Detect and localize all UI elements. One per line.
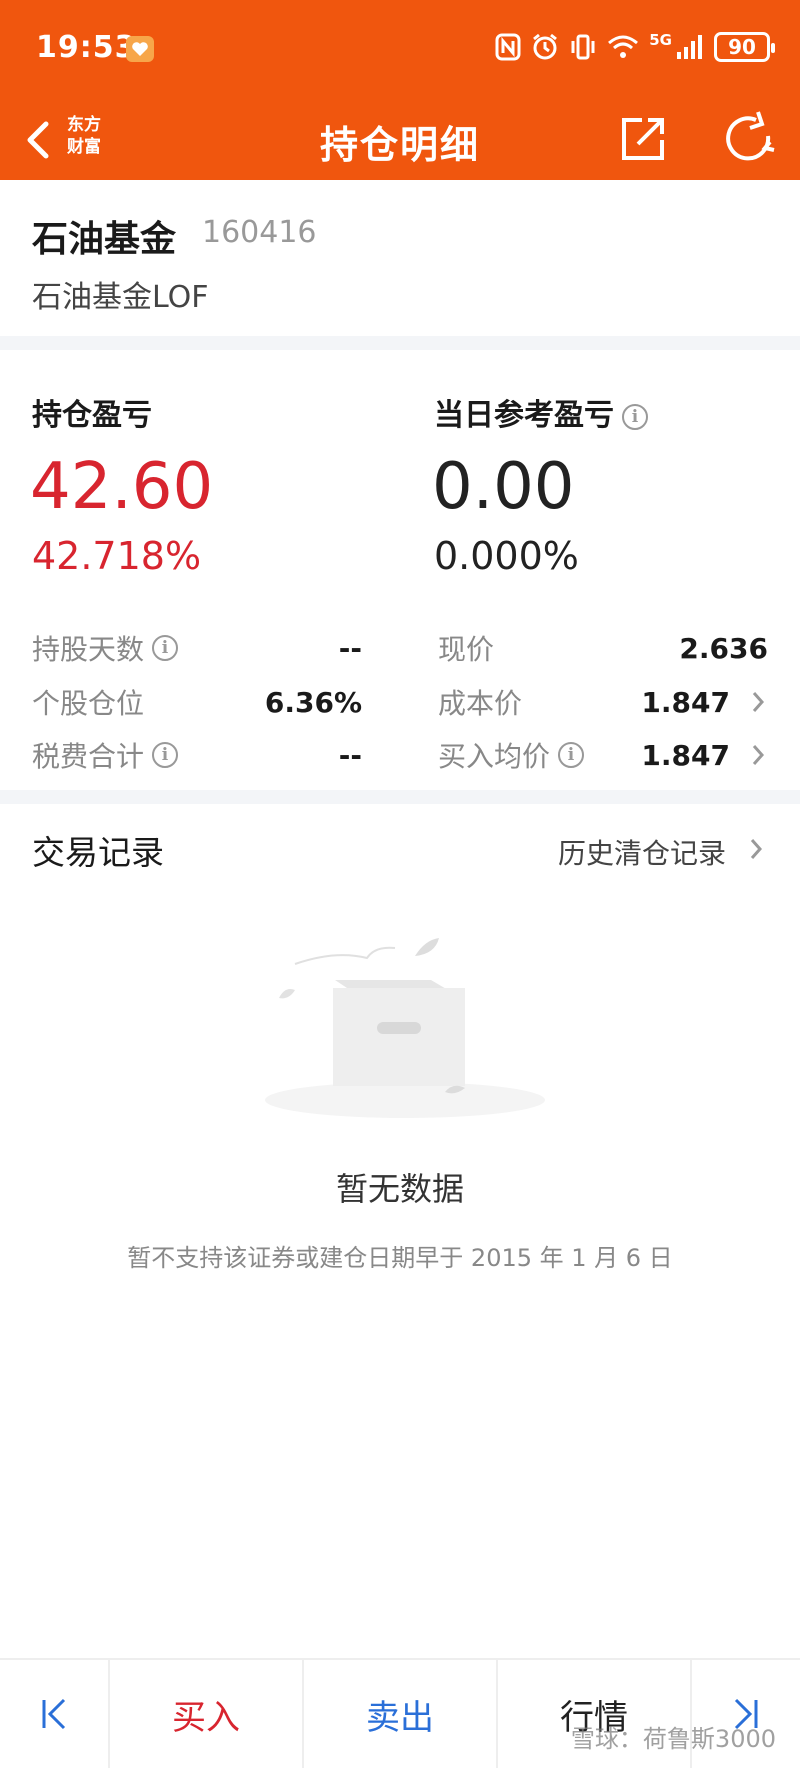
info-icon[interactable]: i bbox=[152, 742, 179, 768]
info-icon[interactable]: i bbox=[622, 403, 648, 430]
sell-button[interactable]: 卖出 bbox=[304, 1660, 498, 1768]
history-clearance-link[interactable]: 历史清仓记录 bbox=[558, 832, 726, 872]
stock-name: 石油基金 bbox=[32, 219, 177, 260]
current-price-row: 现价 2.636 bbox=[438, 631, 768, 667]
wifi-icon bbox=[608, 35, 639, 58]
watermark: 雪球：荷鲁斯3000 bbox=[570, 1725, 776, 1753]
status-time: 19:53 bbox=[36, 30, 137, 65]
empty-description: 暂不支持该证券或建仓日期早于 2015 年 1 月 6 日 bbox=[127, 1244, 673, 1272]
daily-pnl-value: 0.00 bbox=[432, 450, 575, 524]
cost-price-row[interactable]: 成本价 1.847 bbox=[438, 682, 768, 722]
nav-bar: 东方 财富 持仓明细 bbox=[0, 100, 800, 180]
chevron-right-icon[interactable] bbox=[748, 687, 768, 717]
battery-icon: 90 bbox=[714, 32, 775, 62]
daily-pnl-label: 当日参考盈亏 i bbox=[434, 390, 648, 434]
position-ratio-value: 6.36% bbox=[264, 685, 362, 719]
pnl-section: 持仓盈亏 42.60 42.718% 当日参考盈亏 i 0.00 0.000% 持… bbox=[0, 350, 800, 790]
tax-fee-value: -- bbox=[338, 738, 362, 772]
holding-days-row: 持股天数 i -- bbox=[32, 631, 362, 667]
empty-title: 暂无数据 bbox=[335, 1170, 464, 1208]
bottom-action-bar: 买入 卖出 行情 雪球：荷鲁斯3000 bbox=[0, 1658, 800, 1768]
nfc-icon bbox=[495, 33, 521, 61]
holding-pnl-pct: 42.718% bbox=[32, 534, 202, 578]
section-divider bbox=[0, 336, 800, 350]
avg-buy-price-row[interactable]: 买入均价 i 1.847 bbox=[438, 735, 768, 775]
empty-box-illustration bbox=[265, 938, 545, 1118]
trade-records-header: 交易记录 历史清仓记录 bbox=[0, 804, 800, 894]
holding-days-value: -- bbox=[338, 631, 362, 665]
section-divider bbox=[0, 790, 800, 804]
tax-fee-row: 税费合计 i -- bbox=[32, 738, 362, 774]
share-icon[interactable] bbox=[612, 106, 676, 170]
avg-buy-price-value: 1.847 bbox=[641, 738, 730, 772]
page-title: 持仓明细 bbox=[319, 123, 480, 167]
alarm-icon bbox=[533, 33, 558, 60]
signal-icon bbox=[677, 35, 702, 59]
info-icon[interactable]: i bbox=[558, 742, 585, 768]
holding-pnl-value: 42.60 bbox=[30, 450, 214, 524]
stock-header: 石油基金 160416 石油基金LOF bbox=[0, 180, 800, 336]
stock-code: 160416 bbox=[202, 215, 317, 250]
chevron-right-icon[interactable] bbox=[748, 740, 768, 770]
buy-button[interactable]: 买入 bbox=[110, 1660, 304, 1768]
skip-prev-icon bbox=[42, 1698, 66, 1730]
network-type: 5G bbox=[649, 31, 672, 49]
chevron-right-icon[interactable] bbox=[746, 834, 766, 864]
vibrate-icon bbox=[571, 34, 595, 60]
cost-price-value: 1.847 bbox=[641, 685, 730, 719]
prev-stock-button[interactable] bbox=[0, 1660, 110, 1768]
trade-records-title: 交易记录 bbox=[32, 833, 164, 872]
refresh-icon[interactable] bbox=[718, 106, 782, 170]
info-icon[interactable]: i bbox=[152, 635, 179, 661]
stock-full-name: 石油基金LOF bbox=[32, 280, 209, 315]
status-icons: 5G 90 bbox=[495, 31, 775, 62]
heart-app-icon bbox=[126, 36, 154, 62]
daily-pnl-pct: 0.000% bbox=[434, 534, 579, 578]
current-price-value: 2.636 bbox=[679, 631, 768, 665]
holding-pnl-label: 持仓盈亏 bbox=[32, 398, 152, 433]
status-bar: 19:53 5G 90 bbox=[0, 0, 800, 100]
position-ratio-row: 个股仓位 6.36% bbox=[32, 685, 362, 721]
